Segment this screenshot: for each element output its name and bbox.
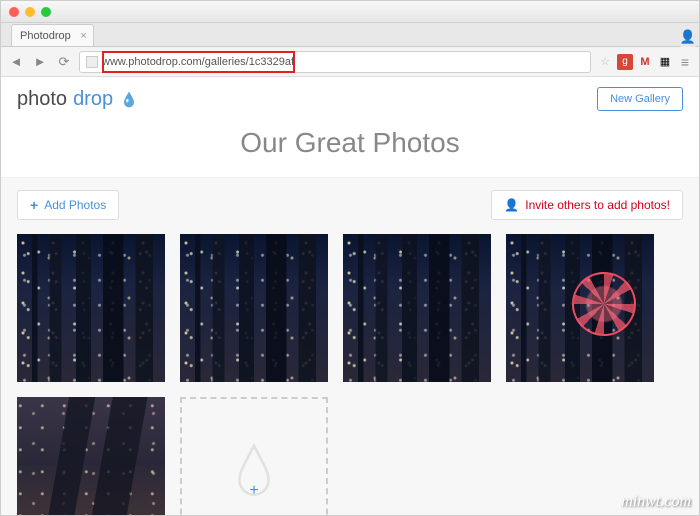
add-photos-button[interactable]: + Add Photos [17, 190, 119, 220]
page-icon [86, 56, 98, 68]
address-bar-row: ◄ ► ⟳ www.photodrop.com/galleries/1c3329… [1, 47, 699, 77]
photo-thumbnail[interactable] [17, 397, 165, 515]
logo-text-1: photo [17, 88, 67, 111]
google-plus-icon[interactable]: g [617, 54, 633, 70]
invite-button[interactable]: 👤 Invite others to add photos! [491, 190, 683, 220]
browser-tab[interactable]: Photodrop × [11, 24, 94, 46]
gallery-section: + Add Photos 👤 Invite others to add phot… [1, 177, 699, 515]
traffic-lights [9, 7, 51, 17]
site-logo[interactable]: photo drop [17, 88, 139, 111]
close-tab-icon[interactable]: × [80, 30, 86, 42]
photo-thumbnail[interactable] [180, 234, 328, 382]
photo-thumbnail[interactable] [506, 234, 654, 382]
gmail-icon[interactable]: M [637, 54, 653, 70]
site-header: photo drop New Gallery [1, 77, 699, 121]
maximize-window-button[interactable] [41, 7, 51, 17]
bookmark-star-icon[interactable]: ☆ [597, 54, 613, 70]
url-text: www.photodrop.com/galleries/1c3329af [102, 56, 294, 68]
photo-thumbnail[interactable] [343, 234, 491, 382]
photo-grid: + [17, 234, 683, 515]
page-title: Our Great Photos [1, 121, 699, 177]
drop-icon [119, 89, 139, 109]
window-titlebar [1, 1, 699, 23]
browser-window: Photodrop × ◄ ► ⟳ www.photodrop.com/gall… [0, 0, 700, 516]
extension-icon[interactable]: ▦ [657, 54, 673, 70]
close-window-button[interactable] [9, 7, 19, 17]
upload-dropzone[interactable]: + [180, 397, 328, 515]
photo-thumbnail[interactable] [17, 234, 165, 382]
minimize-window-button[interactable] [25, 7, 35, 17]
tab-bar: Photodrop × [1, 23, 699, 47]
address-bar[interactable]: www.photodrop.com/galleries/1c3329af [79, 51, 591, 73]
invite-label: Invite others to add photos! [525, 198, 670, 212]
logo-text-2: drop [73, 88, 113, 111]
page-content: photo drop New Gallery Our Great Photos +… [1, 77, 699, 515]
tab-title: Photodrop [20, 30, 71, 42]
new-gallery-button[interactable]: New Gallery [597, 87, 683, 111]
chrome-menu-icon[interactable]: ≡ [677, 54, 693, 70]
back-button[interactable]: ◄ [7, 53, 25, 71]
invite-person-icon: 👤 [504, 198, 519, 212]
upload-drop-icon [232, 442, 276, 500]
plus-icon: + [30, 197, 38, 213]
chrome-profile-avatar[interactable]: 👤 [679, 27, 697, 47]
add-photos-label: Add Photos [44, 198, 106, 212]
gallery-toolbar: + Add Photos 👤 Invite others to add phot… [17, 190, 683, 220]
forward-button[interactable]: ► [31, 53, 49, 71]
chrome-toolbar-icons: ☆ g M ▦ ≡ [597, 54, 693, 70]
reload-button[interactable]: ⟳ [55, 53, 73, 71]
